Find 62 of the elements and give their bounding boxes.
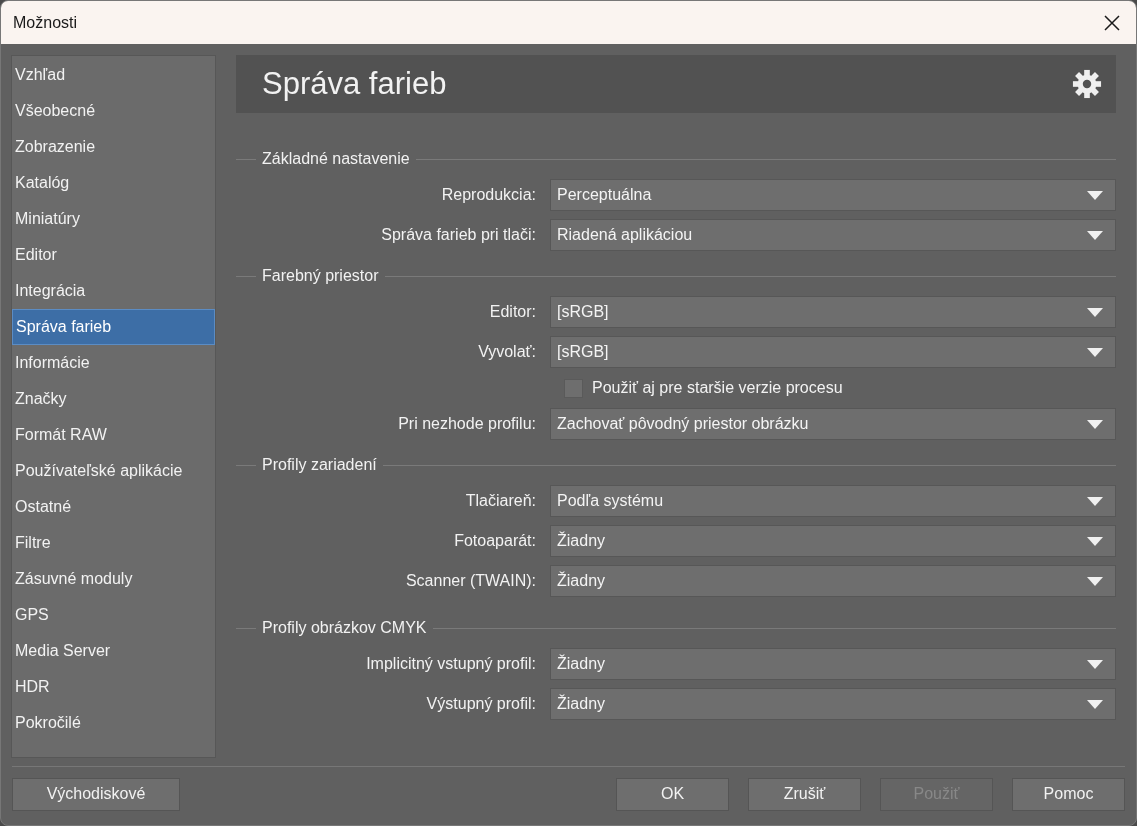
sidebar-item[interactable]: GPS [12,597,215,633]
sidebar-item[interactable]: HDR [12,669,215,705]
dialog-button[interactable]: OK [616,777,729,811]
section-heading: Farebný priestor [261,266,380,286]
dropdown-caret-icon [1087,347,1103,357]
field-label: Správa farieb pri tlači: [380,225,537,245]
sidebar-item[interactable]: Značky [12,381,215,417]
sidebar-item[interactable]: Zásuvné moduly [12,561,215,597]
checkbox-option[interactable]: Použiť aj pre staršie verzie procesu [564,376,843,400]
dropdown-caret-icon [1087,496,1103,506]
dropdown-select[interactable]: Žiadny [550,648,1116,680]
dropdown-caret-icon [1087,230,1103,240]
settings-gear-icon [1072,69,1102,99]
dropdown-select[interactable]: [sRGB] [550,296,1116,328]
dropdown-select[interactable]: Žiadny [550,688,1116,720]
dropdown-caret-icon [1087,307,1103,317]
close-icon[interactable] [1104,14,1120,31]
dropdown-select[interactable]: Perceptuálna [550,179,1116,211]
sidebar-item[interactable]: Vzhľad [12,57,215,93]
field-label: Implicitný vstupný profil: [365,654,537,674]
window-title: Možnosti [13,12,78,33]
field-label: Scanner (TWAIN): [404,571,537,591]
dialog-button[interactable]: Zrušiť [748,777,861,811]
section-heading: Základné nastavenie [261,149,411,169]
sidebar-item[interactable]: Editor [12,237,215,273]
dropdown-caret-icon [1087,576,1103,586]
dropdown-select[interactable]: Riadená aplikáciou [550,219,1116,251]
sidebar-item[interactable]: Integrácia [12,273,215,309]
sidebar-item[interactable]: Media Server [12,633,215,669]
dropdown-select[interactable]: Žiadny [550,525,1116,557]
sidebar-item[interactable]: Všeobecné [12,93,215,129]
dropdown-select[interactable]: [sRGB] [550,336,1116,368]
dialog-button[interactable]: Východiskové [12,777,180,811]
field-label: Fotoaparát: [453,531,537,551]
field-label: Vyvolať: [477,342,537,362]
field-label: Tlačiareň: [464,491,537,511]
dropdown-select[interactable]: Podľa systému [550,485,1116,517]
dropdown-caret-icon [1087,699,1103,709]
sidebar-item[interactable]: Informácie [12,345,215,381]
dropdown-select[interactable]: Zachovať pôvodný priestor obrázku [550,408,1116,440]
sidebar-item[interactable]: Správa farieb [12,309,215,345]
section-heading: Profily obrázkov CMYK [261,618,428,638]
dropdown-caret-icon [1087,190,1103,200]
page-title: Správa farieb [262,64,447,103]
dropdown-caret-icon [1087,536,1103,546]
field-label: Pri nezhode profilu: [397,414,537,434]
dropdown-select[interactable]: Žiadny [550,565,1116,597]
field-label: Výstupný profil: [425,694,537,714]
sidebar-item[interactable]: Používateľské aplikácie [12,453,215,489]
dropdown-caret-icon [1087,419,1103,429]
dialog-button[interactable]: Pomoc [1012,777,1125,811]
sidebar-item[interactable]: Miniatúry [12,201,215,237]
field-label: Reprodukcia: [440,185,537,205]
sidebar-item[interactable]: Ostatné [12,489,215,525]
dropdown-caret-icon [1087,659,1103,669]
sidebar-item[interactable]: Zobrazenie [12,129,215,165]
field-label: Editor: [488,302,537,322]
sidebar-item[interactable]: Filtre [12,525,215,561]
sidebar-item[interactable]: Pokročilé [12,705,215,741]
section-heading: Profily zariadení [261,455,378,475]
sidebar-item[interactable]: Katalóg [12,165,215,201]
sidebar-item[interactable]: Formát RAW [12,417,215,453]
